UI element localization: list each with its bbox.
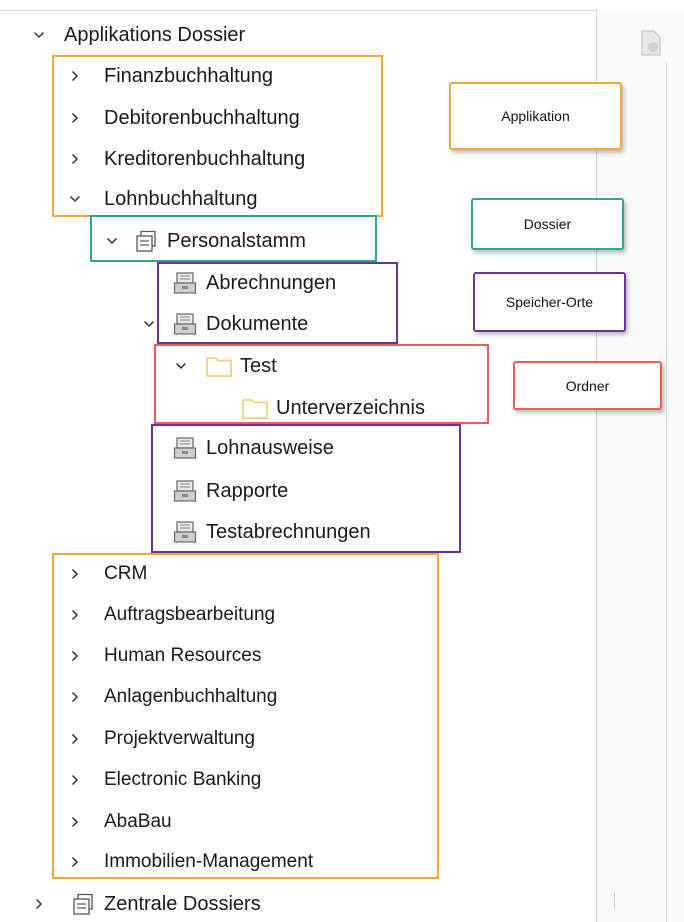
legend-application: Applikation	[449, 82, 622, 150]
legend-label: Applikation	[501, 108, 570, 124]
legend-storage: Speicher-Orte	[473, 272, 626, 332]
legend-dossier: Dossier	[471, 198, 624, 250]
tree-item-applikations-dossier[interactable]: Applikations Dossier	[28, 18, 245, 52]
chevron-down-icon[interactable]	[28, 18, 50, 52]
dossier-icon	[70, 892, 96, 916]
storage-highlight-box	[157, 262, 398, 344]
application-highlight-box	[52, 553, 439, 879]
folder-highlight-box	[154, 344, 489, 424]
tree-item-label: Zentrale Dossiers	[104, 893, 261, 915]
legend-label: Dossier	[523, 216, 572, 232]
legend-label: Speicher-Orte	[505, 294, 594, 310]
tree-item-zentrale-dossiers[interactable]: Zentrale Dossiers	[28, 887, 261, 921]
tree-item-label: Applikations Dossier	[64, 24, 246, 46]
dossier-highlight-box	[90, 215, 377, 262]
details-panel-separator	[666, 62, 667, 922]
legend-folder: Ordner	[513, 361, 662, 410]
storage-highlight-box	[151, 424, 461, 553]
panel-top-border	[0, 10, 598, 11]
document-icon	[641, 30, 661, 56]
scroll-marker	[614, 893, 615, 910]
application-highlight-box	[52, 55, 383, 217]
legend-label: Ordner	[565, 377, 610, 394]
chevron-right-icon[interactable]	[28, 887, 50, 921]
